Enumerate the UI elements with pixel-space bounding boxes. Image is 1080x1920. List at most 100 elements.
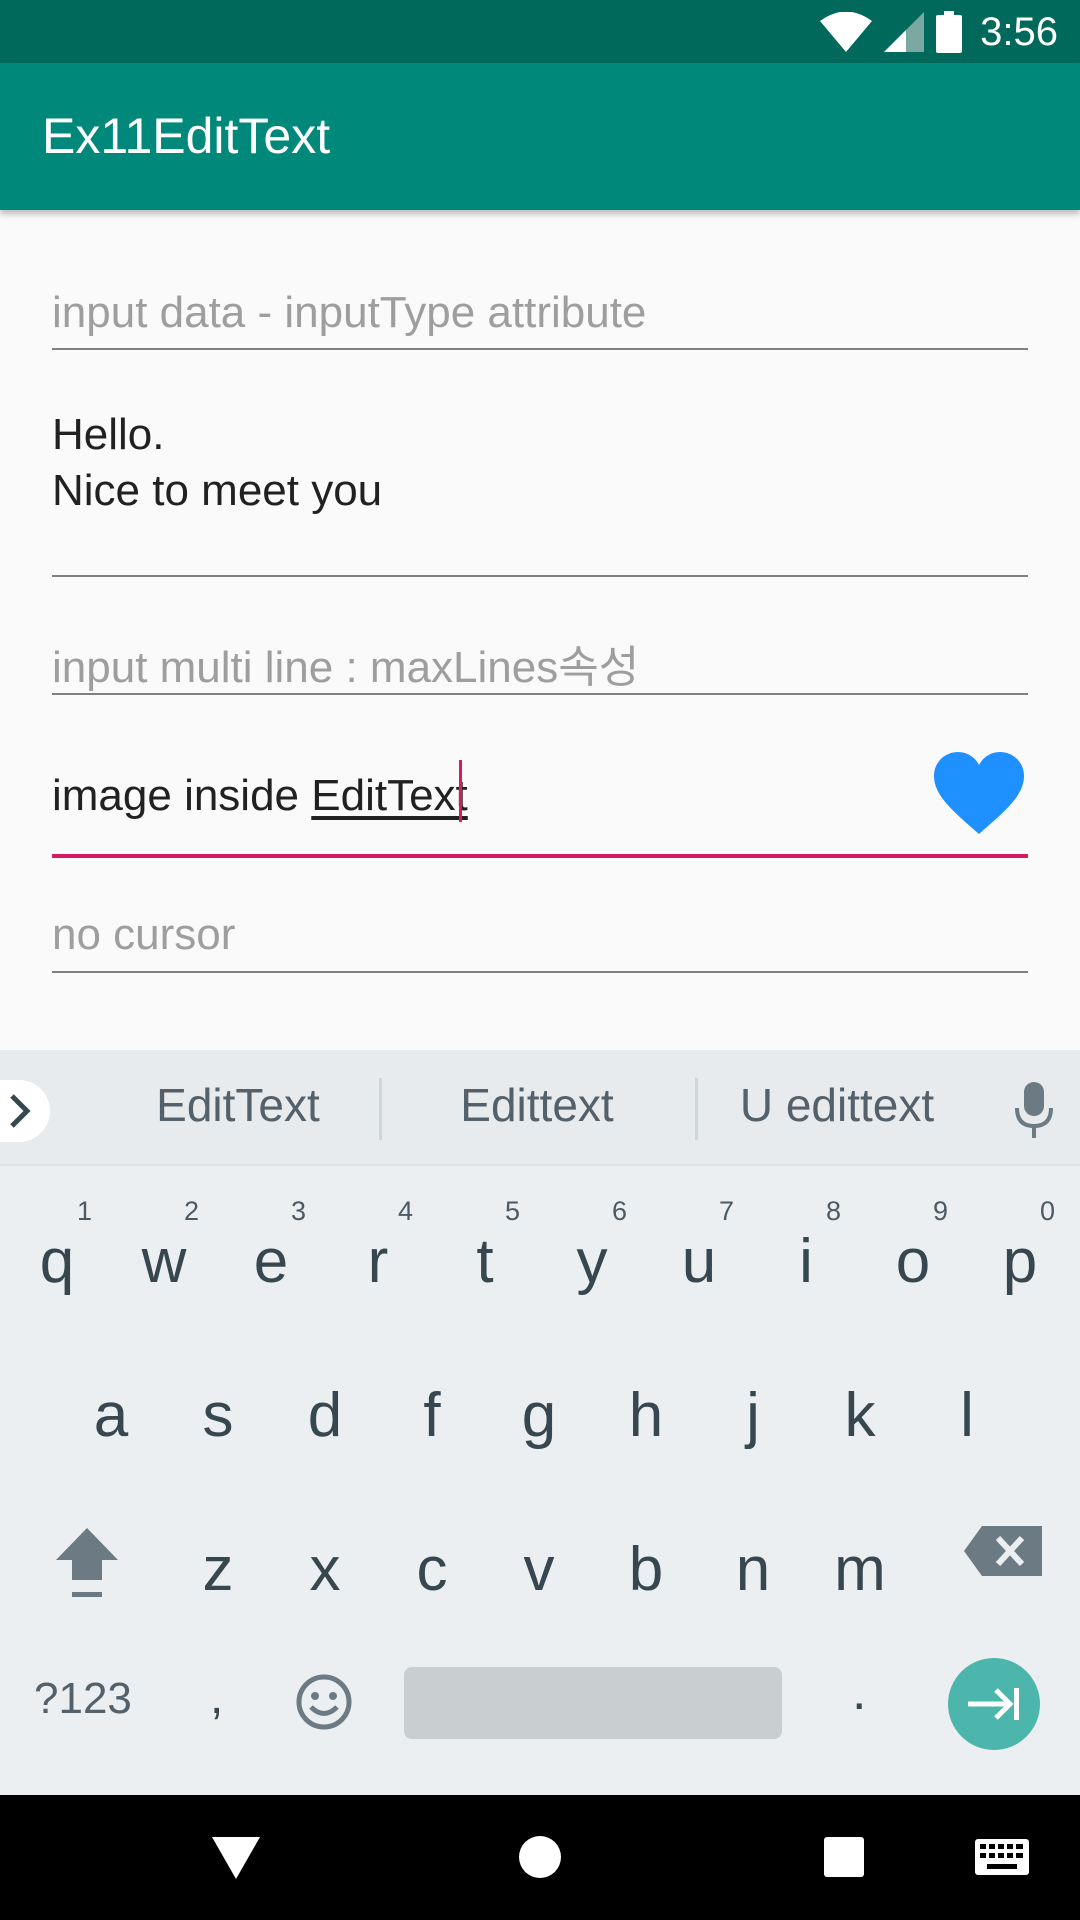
key-letter: v bbox=[523, 1535, 555, 1604]
wifi-icon bbox=[820, 12, 873, 52]
suggestion-2[interactable]: Edittext bbox=[392, 1078, 682, 1132]
max-lines-hint: input multi line : maxLines속성 bbox=[52, 643, 640, 692]
backspace-icon bbox=[964, 1526, 1042, 1576]
status-time: 3:56 bbox=[980, 9, 1058, 54]
home-icon[interactable] bbox=[518, 1835, 562, 1879]
key-number-hint: 4 bbox=[397, 1196, 413, 1226]
no-cursor-hint: no cursor bbox=[52, 910, 236, 959]
key-y[interactable]: y6 bbox=[539, 1186, 645, 1336]
period-key[interactable]: . bbox=[852, 1662, 866, 1722]
key-o[interactable]: o9 bbox=[860, 1186, 966, 1336]
key-g[interactable]: g bbox=[486, 1340, 592, 1490]
key-letter: i bbox=[799, 1227, 813, 1296]
app-bar: Ex11EditText bbox=[0, 63, 1080, 210]
key-e[interactable]: e3 bbox=[218, 1186, 324, 1336]
key-letter: j bbox=[746, 1381, 760, 1450]
key-letter: y bbox=[576, 1227, 608, 1296]
key-p[interactable]: p0 bbox=[967, 1186, 1073, 1336]
suggestion-divider bbox=[695, 1078, 698, 1140]
key-f[interactable]: f bbox=[379, 1340, 485, 1490]
suggestion-3[interactable]: U edittext bbox=[705, 1078, 969, 1132]
keyboard-switch-icon[interactable] bbox=[975, 1839, 1029, 1875]
symbols-key[interactable]: ?123 bbox=[34, 1674, 132, 1724]
recents-icon[interactable] bbox=[824, 1837, 864, 1877]
enter-key[interactable] bbox=[948, 1658, 1040, 1750]
battery-icon bbox=[936, 11, 963, 53]
multiline-field[interactable]: Hello. Nice to meet you bbox=[52, 395, 1028, 577]
key-letter: t bbox=[476, 1227, 494, 1296]
key-number-hint: 8 bbox=[825, 1196, 841, 1226]
cell-signal-icon bbox=[884, 12, 925, 52]
key-x[interactable]: x bbox=[272, 1494, 378, 1644]
backspace-key[interactable] bbox=[950, 1518, 1060, 1648]
input-type-field[interactable]: input data - inputType attribute bbox=[52, 270, 1028, 350]
key-number-hint: 0 bbox=[1039, 1196, 1055, 1226]
key-d[interactable]: d bbox=[272, 1340, 378, 1490]
image-field-prefix: image inside bbox=[52, 771, 312, 820]
key-number-hint: 3 bbox=[290, 1196, 306, 1226]
soft-keyboard: EditText Edittext U edittext q1w2e3r4t5y… bbox=[0, 1050, 1080, 1795]
key-letter: u bbox=[681, 1227, 717, 1296]
key-h[interactable]: h bbox=[593, 1340, 699, 1490]
key-letter: m bbox=[834, 1535, 886, 1604]
field-underline bbox=[52, 693, 1028, 695]
key-i[interactable]: i8 bbox=[753, 1186, 859, 1336]
shift-key[interactable] bbox=[38, 1518, 128, 1648]
key-letter: x bbox=[309, 1535, 341, 1604]
key-letter: n bbox=[735, 1535, 771, 1604]
key-number-hint: 2 bbox=[183, 1196, 199, 1226]
key-v[interactable]: v bbox=[486, 1494, 592, 1644]
image-inside-edittext-field[interactable]: image inside EditText bbox=[52, 740, 1028, 858]
key-w[interactable]: w2 bbox=[111, 1186, 217, 1336]
back-icon[interactable] bbox=[212, 1837, 260, 1881]
key-b[interactable]: b bbox=[593, 1494, 699, 1644]
key-a[interactable]: a bbox=[58, 1340, 164, 1490]
field-underline bbox=[52, 348, 1028, 350]
key-letter: p bbox=[1002, 1227, 1038, 1296]
microphone-icon[interactable] bbox=[1014, 1082, 1054, 1138]
space-key[interactable] bbox=[404, 1667, 782, 1739]
key-letter: c bbox=[416, 1535, 448, 1604]
key-letter: q bbox=[39, 1227, 75, 1296]
key-letter: g bbox=[521, 1381, 557, 1450]
key-s[interactable]: s bbox=[165, 1340, 271, 1490]
key-letter: e bbox=[253, 1227, 289, 1296]
key-j[interactable]: j bbox=[700, 1340, 806, 1490]
next-arrow-icon bbox=[968, 1688, 1019, 1720]
input-type-hint: input data - inputType attribute bbox=[52, 288, 647, 337]
key-number-hint: 7 bbox=[718, 1196, 734, 1226]
emoji-key[interactable] bbox=[296, 1674, 356, 1734]
status-icons: 3:56 bbox=[820, 8, 1058, 56]
key-number-hint: 9 bbox=[932, 1196, 948, 1226]
app-title: Ex11EditText bbox=[42, 108, 331, 164]
multiline-value: Hello. Nice to meet you bbox=[52, 410, 383, 515]
key-n[interactable]: n bbox=[700, 1494, 806, 1644]
key-number-hint: 5 bbox=[504, 1196, 520, 1226]
suggestion-1[interactable]: EditText bbox=[108, 1078, 368, 1132]
key-letter: f bbox=[423, 1381, 441, 1450]
key-k[interactable]: k bbox=[807, 1340, 913, 1490]
emoji-icon bbox=[296, 1674, 352, 1730]
expand-toolbar-button[interactable] bbox=[0, 1080, 50, 1142]
key-t[interactable]: t5 bbox=[432, 1186, 538, 1336]
key-number-hint: 6 bbox=[611, 1196, 627, 1226]
key-letter: d bbox=[307, 1381, 343, 1450]
field-underline-focused bbox=[52, 854, 1028, 858]
suggestion-divider bbox=[379, 1078, 382, 1140]
key-z[interactable]: z bbox=[165, 1494, 271, 1644]
key-q[interactable]: q1 bbox=[4, 1186, 110, 1336]
key-m[interactable]: m bbox=[807, 1494, 913, 1644]
image-field-composing-text: EditText bbox=[311, 771, 468, 820]
key-r[interactable]: r4 bbox=[325, 1186, 431, 1336]
key-c[interactable]: c bbox=[379, 1494, 485, 1644]
key-l[interactable]: l bbox=[914, 1340, 1020, 1490]
key-letter: k bbox=[844, 1381, 876, 1450]
comma-key[interactable]: , bbox=[210, 1670, 223, 1725]
text-cursor bbox=[459, 760, 462, 822]
key-number-hint: 1 bbox=[76, 1196, 92, 1226]
key-u[interactable]: u7 bbox=[646, 1186, 752, 1336]
chevron-right-icon bbox=[10, 1094, 31, 1128]
shift-icon bbox=[56, 1528, 118, 1597]
no-cursor-field[interactable]: no cursor bbox=[52, 900, 1028, 973]
max-lines-field[interactable]: input multi line : maxLines속성 bbox=[52, 615, 1028, 695]
